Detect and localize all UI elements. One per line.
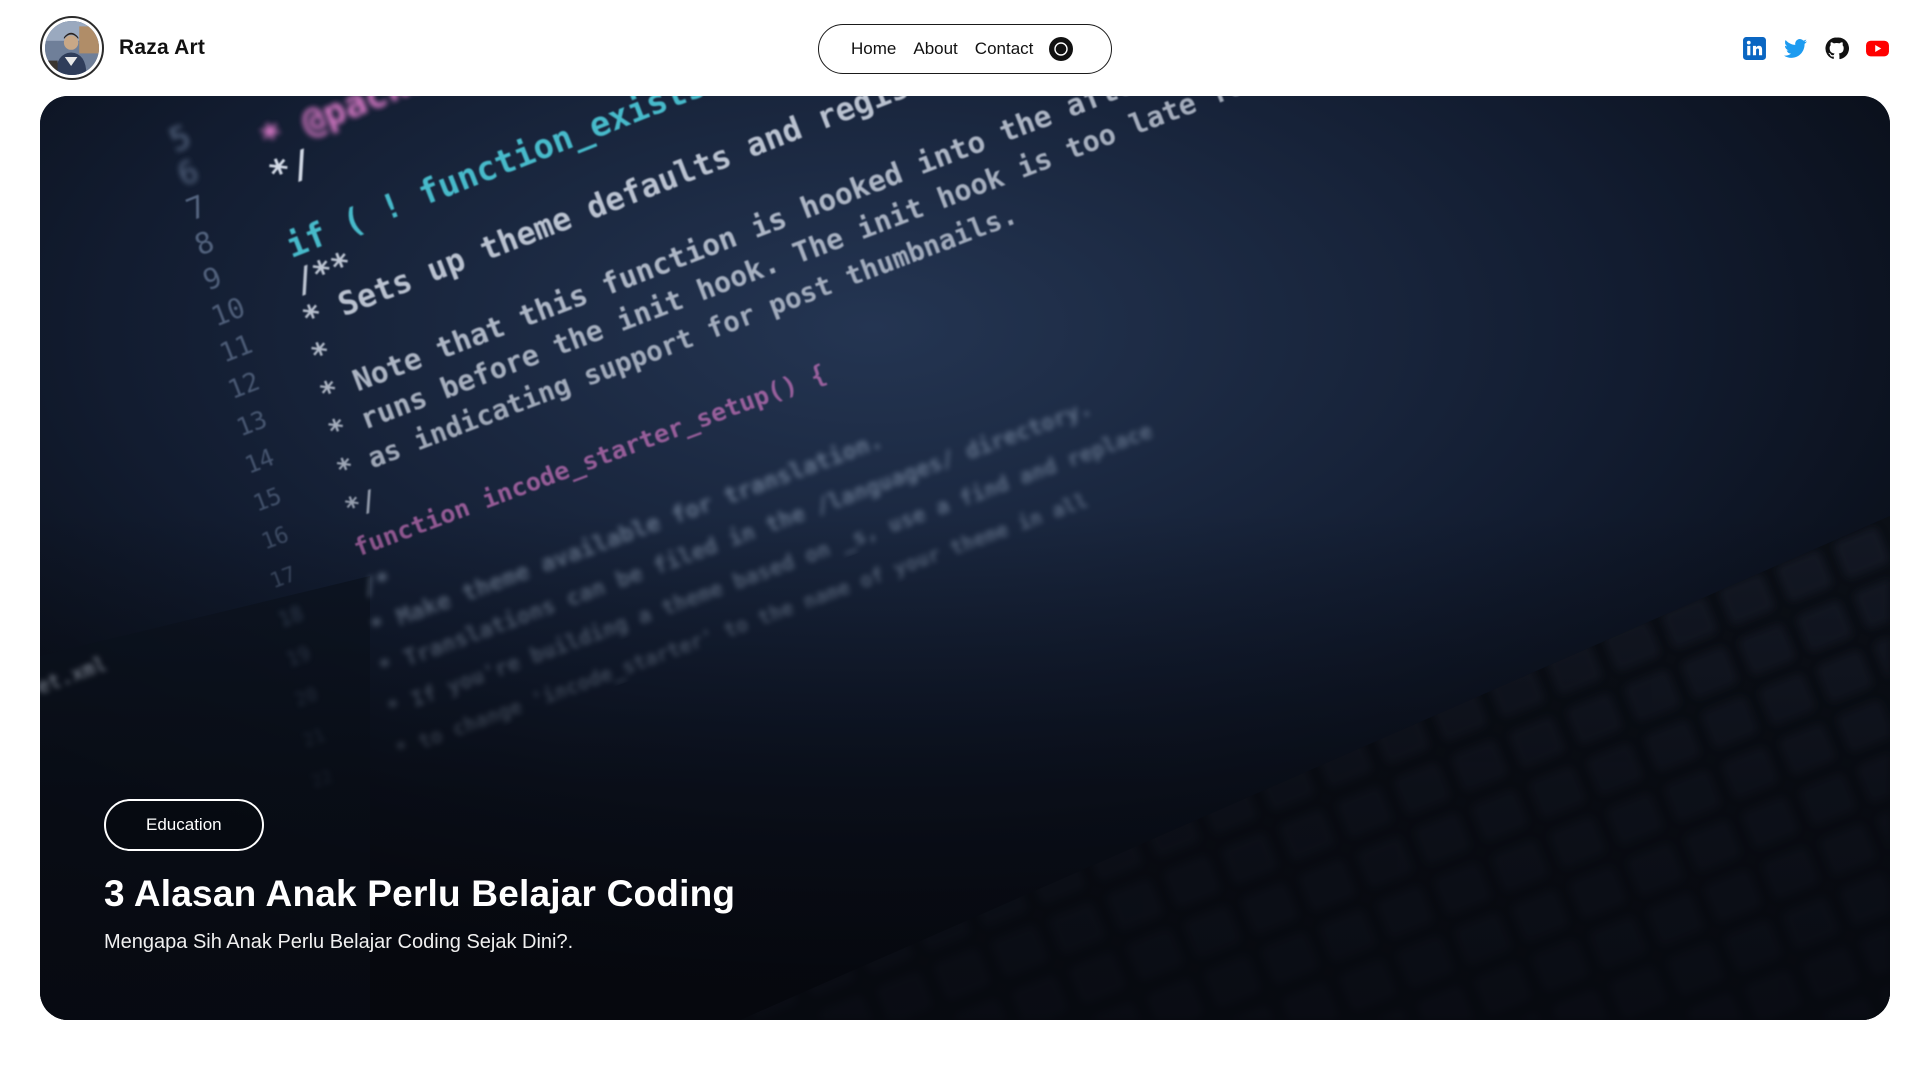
hero-content: Education 3 Alasan Anak Perlu Belajar Co…	[104, 799, 735, 954]
github-icon	[1825, 37, 1849, 60]
linkedin-icon	[1743, 37, 1766, 60]
theme-toggle-button[interactable]	[1049, 37, 1074, 61]
main-nav: Home About Contact	[818, 24, 1112, 74]
linkedin-link[interactable]	[1742, 36, 1767, 61]
twitter-icon	[1784, 39, 1807, 58]
nav-contact-link[interactable]: Contact	[975, 39, 1034, 59]
nav-home-link[interactable]: Home	[851, 39, 896, 59]
social-links	[1742, 36, 1890, 61]
twitter-link[interactable]	[1783, 36, 1808, 61]
moon-icon	[1054, 42, 1069, 56]
avatar	[40, 16, 104, 80]
github-link[interactable]	[1824, 36, 1849, 61]
youtube-icon	[1866, 40, 1889, 57]
site-header: Raza Art Home About Contact	[0, 0, 1920, 96]
post-subtitle: Mengapa Sih Anak Perlu Belajar Coding Se…	[104, 931, 574, 953]
brand-link[interactable]: Raza Art	[40, 16, 205, 80]
youtube-link[interactable]	[1865, 36, 1890, 61]
nav-about-link[interactable]: About	[913, 39, 957, 59]
avatar-photo	[45, 21, 99, 75]
hero-featured-post[interactable]: et.xml 56* @package _s7*/89if ( ! functi…	[40, 96, 1890, 1020]
post-title[interactable]: 3 Alasan Anak Perlu Belajar Coding	[104, 873, 735, 915]
category-badge[interactable]: Education	[104, 799, 264, 851]
brand-name: Raza Art	[119, 36, 206, 59]
